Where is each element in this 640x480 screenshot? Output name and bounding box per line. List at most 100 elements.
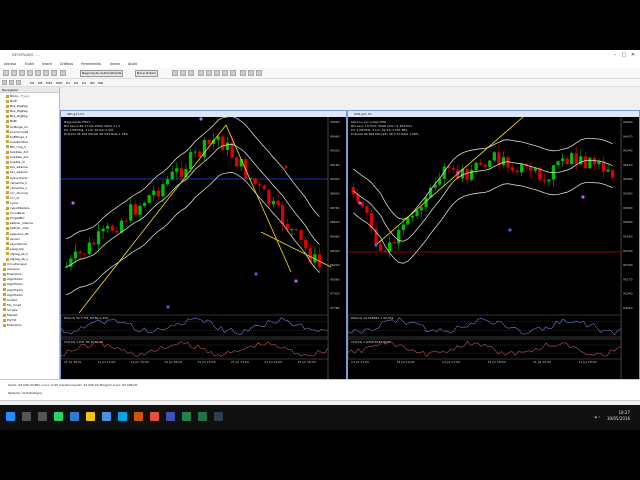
menu-help[interactable]: Ajuda [128,62,137,66]
system-tray[interactable]: ⌃ ◉ ♪ [591,415,600,419]
menu-file[interactable]: Arquivo [4,62,16,66]
new-chart-icon[interactable] [3,70,9,76]
date-tick-label: 13 Jul 13:00 [351,360,369,364]
navigator-item-label: AlgoTradin [7,282,23,287]
file-explorer-icon[interactable] [86,412,95,421]
indicator-icon [6,247,9,251]
chart-window-ind[interactable]: IND.g21,H1 Negociação FR01 Bid Lenço 89 4… [60,110,347,390]
autoscroll-icon[interactable] [222,70,228,76]
timeframe-d1[interactable]: D1 [82,81,86,85]
indicator-icon [3,282,6,286]
candle-body [299,229,303,240]
metatrader-window: METATRADER - ... – □ ✕ Arquivo Exibir In… [0,50,640,410]
zoom-in-icon[interactable] [198,70,204,76]
minimize-button[interactable]: – [612,52,618,58]
signal-marker [374,243,378,247]
indicator-icon [6,232,9,236]
candle-body [198,151,202,158]
candle-body [588,157,592,169]
line-chart-icon[interactable] [188,70,194,76]
taskbar-clock[interactable]: 18:27 30/05/2016 [607,410,630,422]
zoom-out-icon[interactable] [206,70,212,76]
excel-icon[interactable] [198,412,207,421]
timeframe-w1[interactable]: W1 [90,81,95,85]
candle-body [510,167,515,171]
chart-window-win[interactable]: WIN.g21,H1 Libra Lo por ordem PER Bid Ler… [347,110,640,390]
powerpoint-icon[interactable] [134,412,143,421]
indicator-icon [6,257,9,261]
candle-body [497,152,501,165]
task-view-icon[interactable] [38,412,47,421]
candle-body [488,160,492,167]
maximize-button[interactable]: □ [621,52,627,58]
navigator-item-label: Bos_ZigZag [10,114,28,119]
menu-window[interactable]: Janela [110,62,120,66]
bar-chart-icon[interactable] [172,70,178,76]
candle-body [276,200,280,205]
indicator-icon [6,135,9,139]
indicator-icon [6,130,9,134]
timeframe-m5[interactable]: M5 [38,81,43,85]
indicator-icon [6,140,9,144]
candle-body [221,136,225,151]
periods-icon[interactable] [248,70,254,76]
crosshair-icon[interactable] [9,80,14,85]
candle-body [383,250,387,252]
trendline-icon[interactable] [16,80,21,85]
app-icon[interactable] [214,412,223,421]
templates-icon[interactable] [256,70,262,76]
app-icon[interactable] [150,412,159,421]
editor-icon[interactable] [60,70,66,76]
market-watch-icon[interactable] [19,70,25,76]
candle-body [410,215,415,218]
windows-start-icon[interactable] [6,412,15,421]
whatsapp-icon[interactable] [54,412,63,421]
navigator-item[interactable]: Exemplos [0,323,59,328]
edge-icon[interactable] [70,412,79,421]
candle-body [106,225,110,229]
candlestick-chart-win[interactable]: Libra Lo por ordem PERBid Lerp 1 H Prot:… [348,117,639,389]
menu-charts[interactable]: Gráficos [60,62,73,66]
bollinger-lower [353,182,613,264]
tile-windows-icon[interactable] [214,70,220,76]
candle-chart-icon[interactable] [180,70,186,76]
app-icon[interactable] [166,412,175,421]
candle-body [506,157,510,168]
navigator-item-label: Blocu...T_s_n [10,94,30,98]
candle-body [442,166,446,179]
strategy-tester-tab[interactable]: Testador de Estratégia [8,391,42,395]
indicator-icon [6,252,9,256]
navigator-icon[interactable] [35,70,41,76]
chart-shift-icon[interactable] [230,70,236,76]
metatrader-icon[interactable] [182,412,191,421]
menu-insert[interactable]: Inserir [42,62,52,66]
timeframe-m30[interactable]: M30 [56,81,62,85]
algo-trading-button[interactable]: Negociação Automatizada [80,70,124,77]
signal-marker [284,165,288,169]
price-tick-label: 95300 [623,263,633,267]
search-icon[interactable] [22,412,31,421]
navigator-item-label: Circuitor-spar [7,262,28,267]
terminal-icon[interactable] [43,70,49,76]
candle-body [101,228,105,232]
new-order-button[interactable]: Nova Ordem [135,70,158,77]
screen: METATRADER - ... – □ ✕ Arquivo Exibir In… [0,0,640,480]
indicators-icon[interactable] [240,70,246,76]
timeframe-mn[interactable]: MN [98,81,103,85]
store-icon[interactable] [102,412,111,421]
timeframe-h4[interactable]: H4 [74,81,78,85]
indicator-icon [6,155,9,159]
profiles-icon[interactable] [11,70,17,76]
timeframe-m15[interactable]: M15 [46,81,52,85]
menu-tools[interactable]: Ferramentas [81,62,101,66]
timeframe-h1[interactable]: H1 [66,81,70,85]
candle-body [207,139,211,144]
close-button[interactable]: ✕ [630,52,636,58]
menu-view[interactable]: Exibir [25,62,34,66]
tester-icon[interactable] [51,70,57,76]
mail-icon[interactable] [118,412,127,421]
data-window-icon[interactable] [27,70,33,76]
timeframe-m1[interactable]: M1 [30,81,35,85]
cursor-icon[interactable] [2,80,7,85]
candlestick-chart-ind[interactable]: Negociação FR01Bid Lenço 89 4 Lote 2000/… [61,117,346,389]
